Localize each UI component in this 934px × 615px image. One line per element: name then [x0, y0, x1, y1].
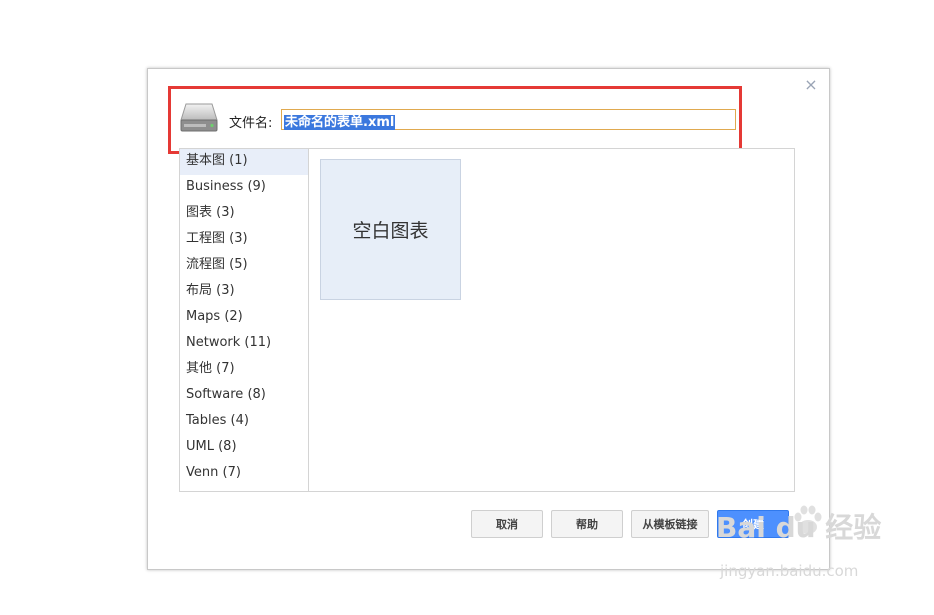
category-item-charts[interactable]: 图表 (3): [180, 201, 308, 227]
category-item-software[interactable]: Software (8): [180, 383, 308, 409]
filename-label: 文件名:: [229, 116, 273, 131]
create-button[interactable]: 创建: [717, 510, 789, 538]
cancel-button[interactable]: 取消: [471, 510, 543, 538]
category-item-venn[interactable]: Venn (7): [180, 461, 308, 487]
blank-diagram-template[interactable]: 空白图表: [320, 159, 461, 300]
category-list: 基本图 (1) Business (9) 图表 (3) 工程图 (3) 流程图 …: [180, 149, 309, 491]
hard-drive-icon: [180, 103, 218, 132]
category-item-basic[interactable]: 基本图 (1): [180, 149, 308, 175]
category-item-uml[interactable]: UML (8): [180, 435, 308, 461]
help-button[interactable]: 帮助: [551, 510, 623, 538]
category-item-other[interactable]: 其他 (7): [180, 357, 308, 383]
from-template-link-button[interactable]: 从模板链接: [631, 510, 709, 538]
filename-value: 未命名的表单.xml: [284, 115, 396, 130]
category-item-network[interactable]: Network (11): [180, 331, 308, 357]
category-item-layout[interactable]: 布局 (3): [180, 279, 308, 305]
category-item-tables[interactable]: Tables (4): [180, 409, 308, 435]
category-item-engineering[interactable]: 工程图 (3): [180, 227, 308, 253]
filename-input[interactable]: 未命名的表单.xml: [281, 109, 736, 130]
close-icon[interactable]: ×: [804, 77, 818, 93]
category-item-business[interactable]: Business (9): [180, 175, 308, 201]
category-item-flowchart[interactable]: 流程图 (5): [180, 253, 308, 279]
category-item-maps[interactable]: Maps (2): [180, 305, 308, 331]
